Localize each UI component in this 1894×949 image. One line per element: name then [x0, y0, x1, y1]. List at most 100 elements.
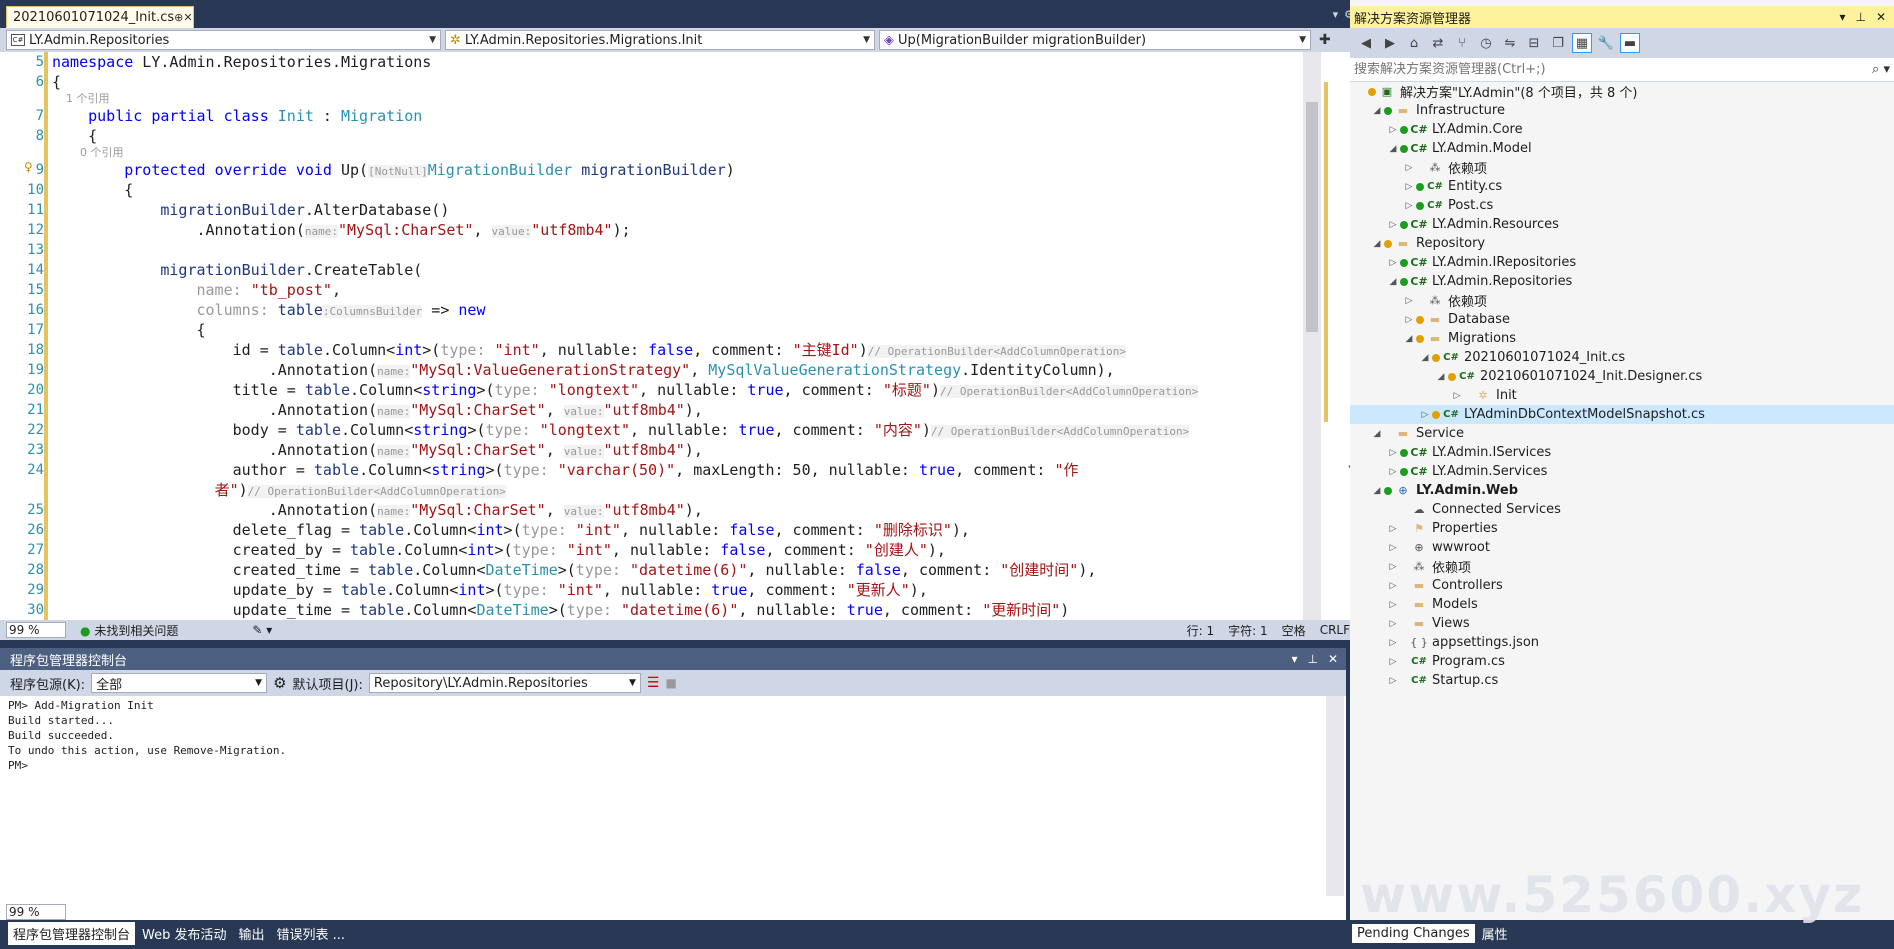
code-line[interactable]: 23 .Annotation(name:"MySql:CharSet", val… — [27, 440, 1302, 460]
tree-node[interactable]: ◢ ▬ Infrastructure — [1350, 101, 1894, 120]
gear-icon[interactable]: ⚙ — [273, 674, 286, 692]
tree-node[interactable]: ▷ C# LY.Admin.IServices — [1350, 443, 1894, 462]
default-project-dropdown[interactable]: Repository\LY.Admin.Repositories ▼ — [368, 673, 641, 693]
tree-node[interactable]: ▷ ⁂ 依赖项 — [1350, 557, 1894, 576]
code-line[interactable]: 9 protected override void Up([NotNull]Mi… — [36, 160, 1302, 180]
expander-icon[interactable]: ▷ — [1386, 600, 1400, 610]
code-line[interactable]: 13 — [27, 240, 1302, 260]
tree-node[interactable]: ◢ C# 20210601071024_Init.cs — [1350, 348, 1894, 367]
code-line[interactable]: 者")// OperationBuilder<AddColumnOperatio… — [52, 480, 1302, 500]
expander-icon[interactable]: ▷ — [1402, 201, 1416, 211]
tree-node[interactable]: ▷ ⁂ 依赖项 — [1350, 291, 1894, 310]
sync-icon[interactable]: ⇋ — [1500, 33, 1520, 53]
tree-node[interactable]: ◢ ⊕ LY.Admin.Web — [1350, 481, 1894, 500]
clear-console-icon[interactable]: ☰ — [647, 675, 660, 691]
tab-dropdown-icon[interactable]: ▾ — [1333, 8, 1339, 21]
tree-node[interactable]: ◢ C# LY.Admin.Model — [1350, 139, 1894, 158]
expander-icon[interactable]: ◢ — [1386, 144, 1400, 154]
expander-icon[interactable]: ◢ — [1370, 486, 1384, 496]
expander-icon[interactable]: ▷ — [1386, 220, 1400, 230]
expander-icon[interactable]: ▷ — [1402, 163, 1416, 173]
expander-icon[interactable]: ▷ — [1402, 315, 1416, 325]
close-icon[interactable]: ✕ — [183, 11, 192, 24]
tree-node[interactable]: ▷ ⚑ Properties — [1350, 519, 1894, 538]
dropdown-icon[interactable]: ▾ — [1839, 10, 1845, 24]
expander-icon[interactable]: ◢ — [1370, 429, 1384, 439]
document-tab[interactable]: 20210601071024_Init.cs ⊕ ✕ — [6, 6, 194, 28]
expander-icon[interactable]: ▷ — [1386, 638, 1400, 648]
expander-icon[interactable]: ▷ — [1386, 581, 1400, 591]
close-icon[interactable]: ✕ — [1876, 10, 1886, 24]
code-line[interactable]: 16 columns: table:ColumnsBuilder => new — [27, 300, 1302, 320]
type-dropdown[interactable]: ✲ LY.Admin.Repositories.Migrations.Init … — [445, 30, 875, 50]
tree-node[interactable]: ▷ C# Program.cs — [1350, 652, 1894, 671]
tree-node[interactable]: ▷ ▬ Models — [1350, 595, 1894, 614]
code-line[interactable]: 19 .Annotation(name:"MySql:ValueGenerati… — [27, 360, 1302, 380]
expander-icon[interactable]: ▷ — [1386, 467, 1400, 477]
expander-icon[interactable]: ▷ — [1386, 125, 1400, 135]
tree-node[interactable]: ▷ C# Post.cs — [1350, 196, 1894, 215]
code-line[interactable]: 26 delete_flag = table.Column<int>(type:… — [27, 520, 1302, 540]
code-line[interactable]: 30 update_time = table.Column<DateTime>(… — [27, 600, 1302, 620]
expander-icon[interactable]: ◢ — [1370, 106, 1384, 116]
expander-icon[interactable]: ▷ — [1386, 619, 1400, 629]
code-line[interactable]: 24 author = table.Column<string>(type: "… — [27, 460, 1302, 480]
history-icon[interactable]: ◷ — [1476, 33, 1496, 53]
issues-status[interactable]: ● 未找到相关问题 — [80, 622, 178, 639]
code-line[interactable]: 25 .Annotation(name:"MySql:CharSet", val… — [27, 500, 1302, 520]
code-line[interactable]: 14 migrationBuilder.CreateTable( — [27, 260, 1302, 280]
brush-icon[interactable]: ✎ ▾ — [252, 623, 272, 637]
tree-node[interactable]: ▷ C# LY.Admin.Resources — [1350, 215, 1894, 234]
search-icon[interactable]: ⌕ ▾ — [1872, 62, 1890, 77]
console-zoom-dropdown[interactable]: 99 % — [6, 904, 66, 920]
code-line[interactable]: 29 update_by = table.Column<int>(type: "… — [27, 580, 1302, 600]
code-line[interactable]: 12 .Annotation(name:"MySql:CharSet", val… — [27, 220, 1302, 240]
code-line[interactable]: 17 { — [27, 320, 1302, 340]
tree-node[interactable]: ◢ ▬ Repository — [1350, 234, 1894, 253]
expander-icon[interactable]: ▷ — [1418, 410, 1432, 420]
code-line[interactable]: 8 { — [36, 126, 1302, 146]
split-icon[interactable]: ✚ — [1319, 32, 1331, 48]
expander-icon[interactable]: ▷ — [1450, 391, 1464, 401]
tree-node[interactable]: ▷ C# LY.Admin.IRepositories — [1350, 253, 1894, 272]
code-line[interactable]: 15 name: "tb_post", — [27, 280, 1302, 300]
expander-icon[interactable]: ▷ — [1386, 543, 1400, 553]
solution-search-box[interactable]: ⌕ ▾ — [1350, 58, 1894, 82]
collapse-all-icon[interactable]: ⊟ — [1524, 33, 1544, 53]
tab-error-list[interactable]: 错误列表 ... — [272, 922, 351, 945]
indent-mode[interactable]: 空格 — [1282, 622, 1306, 639]
code-line[interactable]: 18 id = table.Column<int>(type: "int", n… — [27, 340, 1302, 360]
tree-node[interactable]: ▷ ⊕ wwwroot — [1350, 538, 1894, 557]
forward-icon[interactable]: ▶ — [1380, 33, 1400, 53]
back-icon[interactable]: ◀ — [1356, 33, 1376, 53]
expander-icon[interactable]: ▷ — [1386, 448, 1400, 458]
scrollbar-thumb[interactable] — [1306, 102, 1318, 332]
expander-icon[interactable]: ▷ — [1402, 296, 1416, 306]
preview-icon[interactable]: ▬ — [1620, 33, 1640, 53]
tree-node[interactable]: ▷ C# LY.Admin.Services — [1350, 462, 1894, 481]
pin-icon[interactable]: ⊥ — [1855, 10, 1865, 24]
tree-node[interactable]: ▷ ▬ Controllers — [1350, 576, 1894, 595]
project-dropdown[interactable]: C# LY.Admin.Repositories ▼ — [6, 30, 441, 50]
expander-icon[interactable]: ▷ — [1386, 258, 1400, 268]
code-line[interactable]: 7 public partial class Init : Migration — [36, 106, 1302, 126]
expander-icon[interactable]: ◢ — [1370, 239, 1384, 249]
tree-node[interactable]: ▷ C# Startup.cs — [1350, 671, 1894, 690]
expander-icon[interactable]: ◢ — [1402, 334, 1416, 344]
console-output[interactable]: PM> Add-Migration Init Build started... … — [8, 698, 1324, 898]
tree-node[interactable]: ▷ ▬ Views — [1350, 614, 1894, 633]
tree-node[interactable]: ☁ Connected Services — [1350, 500, 1894, 519]
tree-node[interactable]: ◢ ▬ Migrations — [1350, 329, 1894, 348]
tab-package-manager-console[interactable]: 程序包管理器控制台 — [8, 921, 136, 945]
close-icon[interactable]: ✕ — [1328, 652, 1338, 666]
expander-icon[interactable]: ▷ — [1386, 676, 1400, 686]
tab-properties[interactable]: 属性 — [1477, 922, 1513, 945]
tree-node[interactable]: ▷ ▬ Database — [1350, 310, 1894, 329]
code-line[interactable]: 22 body = table.Column<string>(type: "lo… — [27, 420, 1302, 440]
member-dropdown[interactable]: ◈ Up(MigrationBuilder migrationBuilder) … — [879, 30, 1311, 50]
tab-output[interactable]: 输出 — [234, 922, 270, 945]
tree-node[interactable]: ◢ ▬ Service — [1350, 424, 1894, 443]
code-line[interactable]: 27 created_by = table.Column<int>(type: … — [27, 540, 1302, 560]
expander-icon[interactable]: ▷ — [1386, 657, 1400, 667]
wrench-icon[interactable]: 🔧 — [1596, 33, 1616, 53]
